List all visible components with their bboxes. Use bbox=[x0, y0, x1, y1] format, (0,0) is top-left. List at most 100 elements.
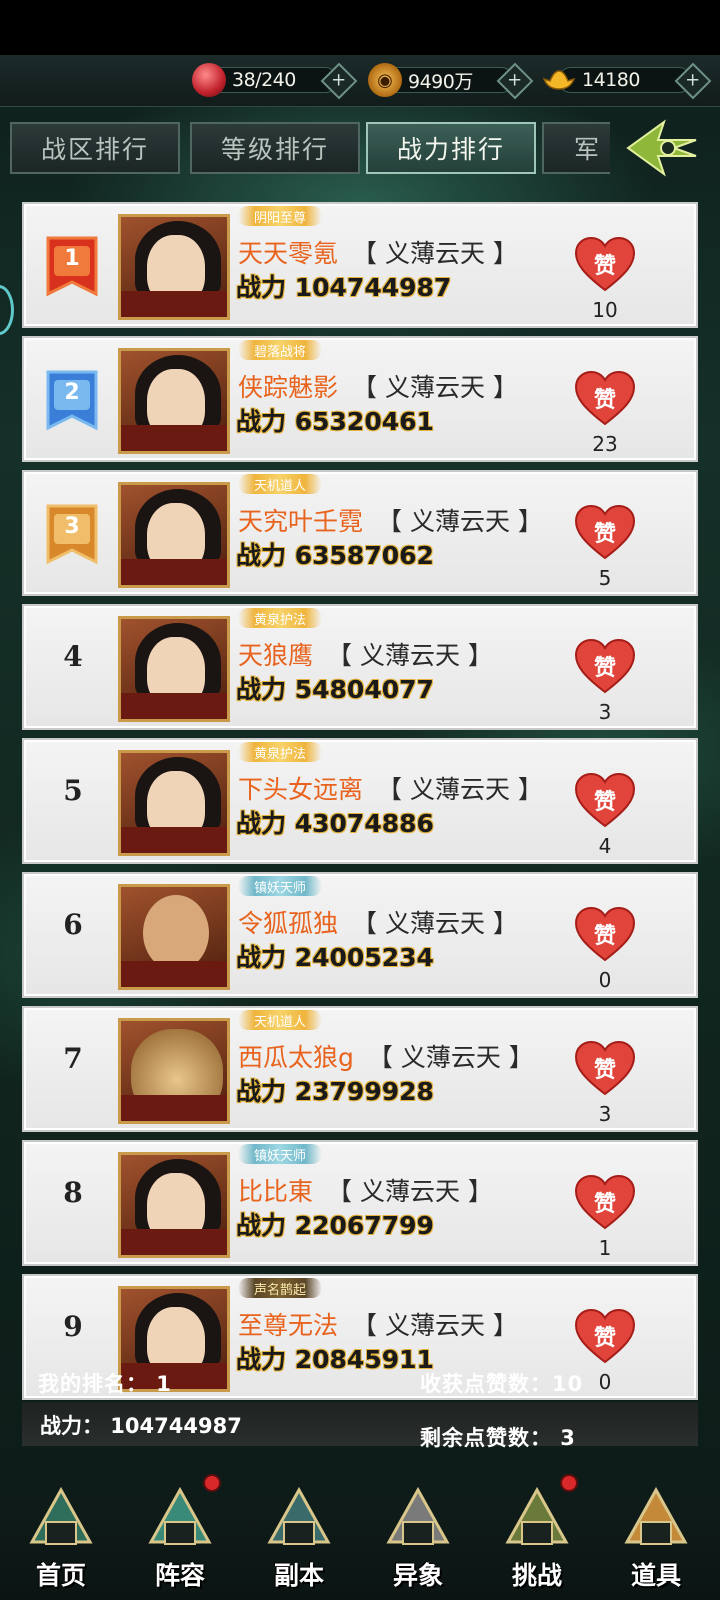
avatar-head bbox=[143, 895, 209, 971]
player-name-line: 侠踪魅影【 义薄云天 】 bbox=[238, 368, 518, 404]
ranking-row[interactable]: 1 阴阳至尊 天天零氪【 义薄云天 】 战力 104744987 赞 10 bbox=[22, 202, 698, 328]
player-name: 侠踪魅影 bbox=[238, 373, 339, 402]
my-power-text: 战力： 104744987 bbox=[40, 1414, 242, 1438]
nav-item-book[interactable]: 阵容 bbox=[125, 1474, 235, 1598]
like-label: 赞 bbox=[593, 656, 616, 681]
rank-number: 2 bbox=[64, 380, 80, 405]
like-button[interactable]: 赞 bbox=[574, 1040, 636, 1096]
nav-item-sword[interactable]: 副本 bbox=[244, 1474, 354, 1598]
player-name: 天狼鹰 bbox=[238, 641, 314, 670]
plus-icon: + bbox=[507, 70, 523, 91]
player-avatar[interactable] bbox=[118, 1018, 230, 1124]
like-button[interactable]: 赞 bbox=[574, 236, 636, 292]
player-avatar[interactable] bbox=[118, 348, 230, 454]
player-avatar[interactable] bbox=[118, 884, 230, 990]
player-avatar[interactable] bbox=[118, 214, 230, 320]
player-title-badge: 镇妖天师 bbox=[238, 1144, 323, 1164]
like-count: 23 bbox=[592, 432, 618, 456]
player-avatar[interactable] bbox=[118, 1152, 230, 1258]
player-power-line: 战力 22067799 bbox=[236, 1206, 434, 1242]
player-avatar[interactable] bbox=[118, 482, 230, 588]
player-guild: 【 义薄云天 】 bbox=[327, 1177, 493, 1206]
player-title-badge: 天机道人 bbox=[238, 474, 323, 494]
ranking-row[interactable]: 3 天机道人 天究叶壬霓【 义薄云天 】 战力 63587062 赞 5 bbox=[22, 470, 698, 596]
tab-legion-ranking[interactable]: 军 bbox=[542, 122, 610, 174]
player-power: 22067799 bbox=[294, 1211, 434, 1240]
player-name: 至尊无法 bbox=[238, 1311, 339, 1340]
player-name-line: 比比東【 义薄云天 】 bbox=[238, 1172, 493, 1208]
ranking-row[interactable]: 5 黄泉护法 下头女远离【 义薄云天 】 战力 43074886 赞 4 bbox=[22, 738, 698, 864]
player-power-line: 战力 65320461 bbox=[236, 402, 434, 438]
power-label: 战力 bbox=[236, 541, 287, 570]
nav-label: 道具 bbox=[630, 1561, 681, 1590]
player-avatar[interactable] bbox=[118, 616, 230, 722]
ranking-row[interactable]: 7 天机道人 西瓜太狼g 【 义薄云天 】 战力 23799928 赞 3 bbox=[22, 1006, 698, 1132]
like-button[interactable]: 赞 bbox=[574, 638, 636, 694]
power-label: 战力 bbox=[236, 943, 287, 972]
notification-dot bbox=[203, 1474, 221, 1492]
nav-item-crossed-swords[interactable]: 异象 bbox=[363, 1474, 473, 1598]
rank-number: 5 bbox=[63, 774, 83, 807]
player-power-line: 战力 24005234 bbox=[236, 938, 434, 974]
player-power-line: 战力 104744987 bbox=[236, 268, 451, 304]
player-power: 54804077 bbox=[294, 675, 434, 704]
like-button[interactable]: 赞 bbox=[574, 1174, 636, 1230]
like-count: 10 bbox=[592, 298, 618, 322]
ranking-row[interactable]: 6 镇妖天师 令狐孤独【 义薄云天 】 战力 24005234 赞 0 bbox=[22, 872, 698, 998]
tab-zone-ranking[interactable]: 战区排行 bbox=[10, 122, 180, 174]
player-avatar[interactable] bbox=[118, 750, 230, 856]
crossed-swords-icon bbox=[381, 1482, 455, 1556]
player-name-line: 西瓜太狼g 【 义薄云天 】 bbox=[238, 1038, 534, 1074]
player-power-line: 战力 63587062 bbox=[236, 536, 434, 572]
avatar-body bbox=[121, 1229, 227, 1255]
like-label: 赞 bbox=[593, 790, 616, 815]
player-power: 63587062 bbox=[294, 541, 434, 570]
player-title-badge: 天机道人 bbox=[238, 1010, 323, 1030]
tab-level-ranking[interactable]: 等级排行 bbox=[190, 122, 360, 174]
avatar-body bbox=[121, 827, 227, 853]
nav-label: 阵容 bbox=[154, 1561, 205, 1590]
player-name: 天究叶壬霓 bbox=[238, 507, 364, 536]
rank-number: 7 bbox=[63, 1042, 83, 1075]
player-guild: 【 义薄云天 】 bbox=[327, 641, 493, 670]
like-button[interactable]: 赞 bbox=[574, 906, 636, 962]
player-guild: 【 义薄云天 】 bbox=[352, 373, 518, 402]
like-button[interactable]: 赞 bbox=[574, 772, 636, 828]
avatar-body bbox=[121, 425, 227, 451]
player-name-line: 下头女远离【 义薄云天 】 bbox=[238, 770, 543, 806]
resource-bar: 38/240 + ◉ 9490万 + 14180 + bbox=[0, 55, 720, 107]
ranking-row[interactable]: 2 碧落战将 侠踪魅影【 义薄云天 】 战力 65320461 赞 23 bbox=[22, 336, 698, 462]
nav-item-scroll[interactable]: 挑战 bbox=[482, 1474, 592, 1598]
ranking-row[interactable]: 4 黄泉护法 天狼鹰【 义薄云天 】 战力 54804077 赞 3 bbox=[22, 604, 698, 730]
player-power-line: 战力 54804077 bbox=[236, 670, 434, 706]
nav-label: 异象 bbox=[392, 1561, 443, 1590]
back-emblem-button[interactable] bbox=[624, 118, 702, 178]
received-likes-text: 收获点赞数：10 bbox=[420, 1372, 584, 1396]
like-count: 0 bbox=[598, 968, 612, 992]
like-label: 赞 bbox=[593, 924, 616, 949]
avatar-body bbox=[121, 1095, 227, 1121]
rank-number: 4 bbox=[63, 640, 83, 673]
nav-item-pavilion[interactable]: 首页 bbox=[6, 1474, 116, 1598]
power-label: 战力 bbox=[236, 1077, 287, 1106]
like-count: 1 bbox=[598, 1236, 612, 1260]
ranking-row[interactable]: 8 镇妖天师 比比東【 义薄云天 】 战力 22067799 赞 1 bbox=[22, 1140, 698, 1266]
stamina-value: 38/240 bbox=[232, 69, 296, 91]
nav-item-bag[interactable]: 道具 bbox=[601, 1474, 711, 1598]
like-button[interactable]: 赞 bbox=[574, 504, 636, 560]
bottom-navigation: 首页 阵容 副本 异象 挑战 道具 bbox=[0, 1462, 720, 1600]
coin-value: 9490万 bbox=[408, 70, 473, 93]
player-name-line: 令狐孤独【 义薄云天 】 bbox=[238, 904, 518, 940]
power-label: 战力 bbox=[236, 407, 287, 436]
like-label: 赞 bbox=[593, 254, 616, 279]
scroll-icon bbox=[500, 1482, 574, 1556]
emblem-icon bbox=[626, 119, 697, 177]
power-label: 战力 bbox=[236, 675, 287, 704]
tab-power-ranking[interactable]: 战力排行 bbox=[366, 122, 536, 174]
player-guild: 【 义薄云天 】 bbox=[367, 1043, 534, 1072]
player-title-badge: 声名鹊起 bbox=[238, 1278, 323, 1298]
rank-banner-icon: 3 bbox=[44, 502, 100, 566]
player-guild: 【 义薄云天 】 bbox=[352, 909, 518, 938]
like-button[interactable]: 赞 bbox=[574, 370, 636, 426]
player-name-line: 天究叶壬霓【 义薄云天 】 bbox=[238, 502, 543, 538]
